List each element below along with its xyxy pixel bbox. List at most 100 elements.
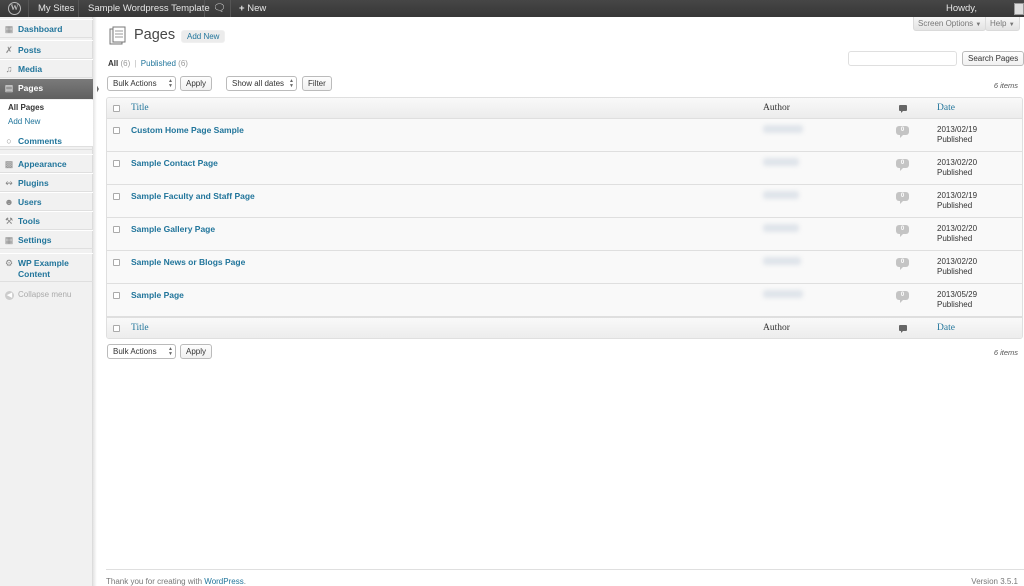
search-input[interactable] <box>848 51 957 66</box>
view-published-link[interactable]: Published <box>141 59 176 68</box>
bulk-actions-select-bottom[interactable]: Bulk Actions ▲ ▼ <box>107 344 176 359</box>
comment-count-bubble[interactable]: 0 <box>896 291 909 303</box>
bulk-actions-value: Bulk Actions <box>113 347 157 356</box>
status-value: Published <box>937 300 973 309</box>
date-value: 2013/02/19 <box>937 191 978 200</box>
page-date: 2013/02/20 Published <box>937 158 977 178</box>
howdy-user-menu[interactable]: Howdy, <box>946 0 977 17</box>
page-title-link[interactable]: Custom Home Page Sample <box>131 125 244 135</box>
divider <box>28 0 29 17</box>
column-date-header[interactable]: Date <box>937 323 955 333</box>
date-value: 2013/05/29 <box>937 290 978 299</box>
comments-bubble-icon[interactable]: 🗨 <box>213 0 226 17</box>
help-button[interactable]: Help ▼ <box>985 17 1020 31</box>
avatar[interactable] <box>1014 3 1024 15</box>
menu-users[interactable]: ☻ Users <box>0 192 93 211</box>
items-count: 6 items <box>993 81 1018 90</box>
dates-filter-select[interactable]: Show all dates ▲ ▼ <box>226 76 297 91</box>
menu-label: Pages <box>18 83 44 93</box>
divider <box>230 0 231 17</box>
chevron-down-icon: ▼ <box>1008 22 1015 28</box>
author-name-blurred[interactable] <box>763 191 799 199</box>
row-checkbox[interactable] <box>113 292 120 299</box>
comment-count-bubble[interactable]: 0 <box>896 159 909 171</box>
menu-pages[interactable]: ▤ Pages <box>0 79 99 99</box>
site-name-link[interactable]: Sample Wordpress Template <box>88 0 210 17</box>
author-name-blurred[interactable] <box>763 257 801 265</box>
plugin-icon: ↭ <box>5 178 13 188</box>
author-name-blurred[interactable] <box>763 224 799 232</box>
menu-appearance[interactable]: ▩ Appearance <box>0 154 93 173</box>
table-row: Sample Faculty and Staff Page 0 2013/02/… <box>107 185 1022 218</box>
comment-count-bubble[interactable]: 0 <box>896 192 909 204</box>
screen-options-button[interactable]: Screen Options ▼ <box>913 17 987 31</box>
row-checkbox[interactable] <box>113 160 120 167</box>
select-all-checkbox[interactable] <box>113 105 120 112</box>
menu-label: Posts <box>18 45 42 55</box>
admin-bar: W My Sites Sample Wordpress Template 🗨 +… <box>0 0 1024 17</box>
comment-count-bubble[interactable]: 0 <box>896 225 909 237</box>
help-label: Help <box>990 19 1007 28</box>
page-date: 2013/02/19 Published <box>937 191 977 211</box>
footer: Thank you for creating with WordPress. V… <box>106 569 1024 586</box>
comment-count-bubble[interactable]: 0 <box>896 258 909 270</box>
plus-icon: + <box>239 3 245 14</box>
page-title-link[interactable]: Sample Contact Page <box>131 158 218 168</box>
page-title-link[interactable]: Sample Faculty and Staff Page <box>131 191 255 201</box>
new-content-menu[interactable]: + New <box>239 0 266 17</box>
page-title-link[interactable]: Sample News or Blogs Page <box>131 257 245 267</box>
row-checkbox[interactable] <box>113 127 120 134</box>
menu-media[interactable]: ♫ Media <box>0 59 93 78</box>
page-date: 2013/05/29 Published <box>937 290 977 310</box>
select-all-checkbox[interactable] <box>113 325 120 332</box>
add-new-button[interactable]: Add New <box>181 30 226 43</box>
menu-plugins[interactable]: ↭ Plugins <box>0 173 93 192</box>
menu-wp-example-content[interactable]: ⚙ WP Example Content <box>0 253 93 282</box>
submenu-all-pages[interactable]: All Pages <box>8 103 44 112</box>
filter-button[interactable]: Filter <box>302 76 332 91</box>
search-pages-button[interactable]: Search Pages <box>962 51 1024 66</box>
my-sites-link[interactable]: My Sites <box>38 0 74 17</box>
table-row: Sample Gallery Page 0 2013/02/20 Publishe… <box>107 218 1022 251</box>
page-title-link[interactable]: Sample Page <box>131 290 184 300</box>
new-label: New <box>247 3 267 14</box>
menu-settings[interactable]: ▦ Settings <box>0 230 93 249</box>
column-title-header[interactable]: Title <box>131 103 149 113</box>
menu-label: Settings <box>18 235 52 245</box>
date-value: 2013/02/20 <box>937 224 978 233</box>
author-name-blurred[interactable] <box>763 125 803 133</box>
author-name-blurred[interactable] <box>763 290 803 298</box>
row-checkbox[interactable] <box>113 193 120 200</box>
menu-label: Appearance <box>18 159 67 169</box>
comment-count-bubble[interactable]: 0 <box>896 126 909 138</box>
table-header: Title Author Date <box>107 98 1022 119</box>
wordpress-logo-icon[interactable]: W <box>8 2 21 15</box>
menu-label: Comments <box>18 136 62 146</box>
table-row: Sample News or Blogs Page 0 2013/02/20 Pu… <box>107 251 1022 284</box>
gear-icon: ⚙ <box>4 258 14 268</box>
bulk-actions-select[interactable]: Bulk Actions ▲ ▼ <box>107 76 176 91</box>
apply-button[interactable]: Apply <box>180 76 213 91</box>
menu-dashboard[interactable]: ▦ Dashboard <box>0 19 93 38</box>
column-title-header[interactable]: Title <box>131 323 149 333</box>
column-date-header[interactable]: Date <box>937 103 955 113</box>
pages-table: Title Author Date Custom Home Page Sampl… <box>106 97 1023 339</box>
author-name-blurred[interactable] <box>763 158 799 166</box>
comments-column-icon[interactable] <box>899 105 907 113</box>
row-checkbox[interactable] <box>113 226 120 233</box>
divider <box>78 0 79 17</box>
select-arrows-icon: ▲ ▼ <box>168 78 173 89</box>
comments-column-icon[interactable] <box>899 325 907 333</box>
dashboard-icon: ▦ <box>4 24 14 34</box>
page-title-link[interactable]: Sample Gallery Page <box>131 224 215 234</box>
row-checkbox[interactable] <box>113 259 120 266</box>
submenu-add-new[interactable]: Add New <box>8 117 40 126</box>
menu-comments[interactable]: ○ Comments <box>0 131 93 150</box>
wordpress-link[interactable]: WordPress <box>204 577 243 586</box>
apply-button-bottom[interactable]: Apply <box>180 344 213 359</box>
collapse-menu-button[interactable]: ◀ Collapse menu <box>5 290 71 300</box>
menu-tools[interactable]: ⚒ Tools <box>0 211 93 230</box>
tools-icon: ⚒ <box>4 216 14 226</box>
menu-posts[interactable]: ✗ Posts <box>0 40 93 59</box>
view-all-link[interactable]: All <box>108 59 118 68</box>
